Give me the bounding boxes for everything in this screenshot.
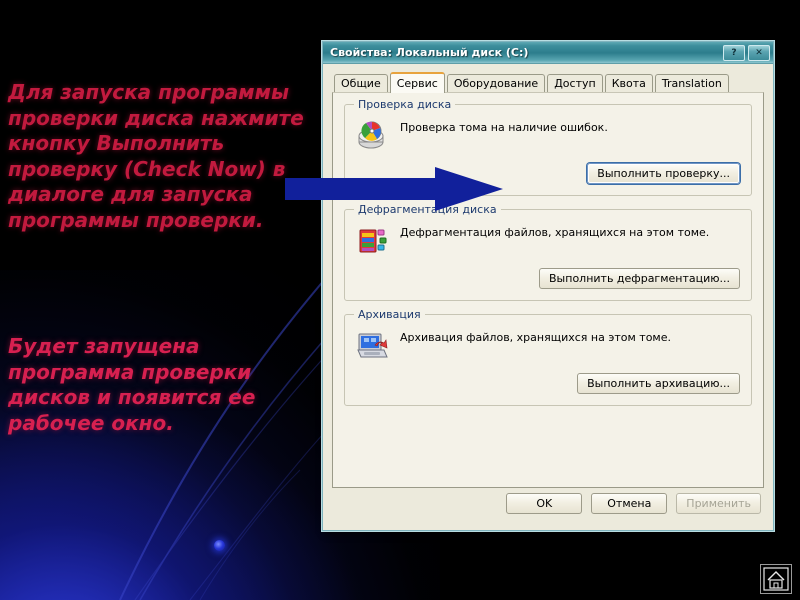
tab-obshie[interactable]: Общие <box>334 74 388 92</box>
group-backup: Архивация Архивация файлов, хранящихся н… <box>344 308 752 406</box>
group-backup-title: Архивация <box>354 308 425 321</box>
group-disk-check: Проверка диска Проверка тома на наличие … <box>344 98 752 196</box>
backup-icon <box>356 328 400 364</box>
group-defragment-title: Дефрагментация диска <box>354 203 501 216</box>
cancel-button[interactable]: Отмена <box>591 493 668 514</box>
background-dot <box>214 540 225 551</box>
caption-paragraph-1: Для запуска программы проверки диска наж… <box>8 80 311 232</box>
apply-button: Применить <box>676 493 761 514</box>
group-defragment: Дефрагментация диска Дефрагментация файл… <box>344 203 752 301</box>
group-disk-check-title: Проверка диска <box>354 98 456 111</box>
ok-button[interactable]: OK <box>506 493 583 514</box>
defragment-now-button[interactable]: Выполнить дефрагментацию... <box>539 268 740 289</box>
tab-panel-servis: Проверка диска Проверка тома на наличие … <box>332 92 764 488</box>
dialog-title: Свойства: Локальный диск (C:) <box>330 46 529 59</box>
group-defragment-description: Дефрагментация файлов, хранящихся на это… <box>400 226 710 239</box>
tab-kvota[interactable]: Квота <box>604 74 653 92</box>
close-button[interactable]: ✕ <box>748 44 770 61</box>
dialog-body: Общие Сервис Оборудование Доступ Квота T… <box>323 64 773 530</box>
tab-dostup[interactable]: Доступ <box>547 74 603 92</box>
group-disk-check-description: Проверка тома на наличие ошибок. <box>400 121 608 134</box>
home-icon[interactable] <box>760 564 792 594</box>
tab-oborudovanie[interactable]: Оборудование <box>446 74 546 92</box>
dialog-footer: OK Отмена Применить <box>323 486 773 530</box>
disk-properties-dialog: Свойства: Локальный диск (C:) ? ✕ Общие … <box>322 41 774 531</box>
tab-servis[interactable]: Сервис <box>389 72 445 93</box>
backup-now-button[interactable]: Выполнить архивацию... <box>577 373 740 394</box>
dialog-titlebar[interactable]: Свойства: Локальный диск (C:) ? ✕ <box>323 42 773 64</box>
caption-paragraph-2: Будет запущена программа проверки дисков… <box>8 334 263 435</box>
defragment-icon <box>356 223 400 259</box>
tab-translation[interactable]: Translation <box>654 74 729 92</box>
help-button[interactable]: ? <box>723 44 745 61</box>
tab-strip: Общие Сервис Оборудование Доступ Квота T… <box>334 71 764 93</box>
check-now-button[interactable]: Выполнить проверку... <box>587 163 740 184</box>
group-backup-description: Архивация файлов, хранящихся на этом том… <box>400 331 671 344</box>
disk-check-icon <box>356 118 400 154</box>
presentation-slide: Для запуска программы проверки диска наж… <box>0 0 800 600</box>
